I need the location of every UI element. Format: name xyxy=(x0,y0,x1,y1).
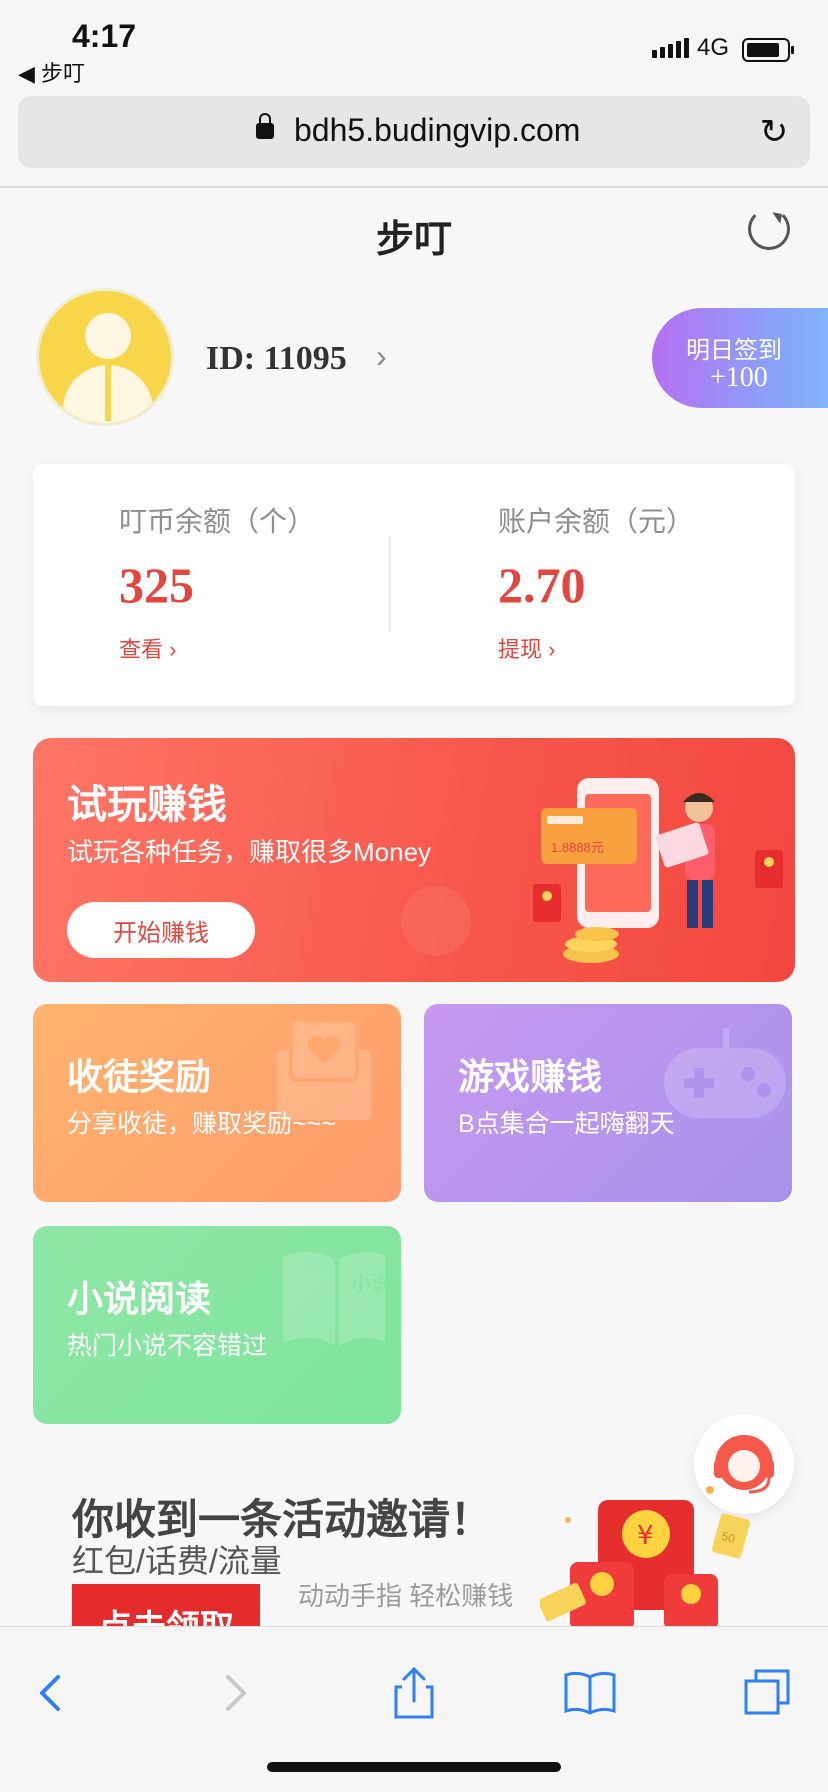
coin-balance-value: 325 xyxy=(119,557,194,613)
banner-subtitle: 试玩各种任务，赚取很多Money xyxy=(67,837,432,867)
account-balance-label: 账户余额（元） xyxy=(498,506,695,537)
trial-earn-banner[interactable]: 试玩赚钱 试玩各种任务，赚取很多Money 开始赚钱 1.8888元 xyxy=(33,738,795,982)
refresh-icon[interactable] xyxy=(748,208,790,250)
recruit-reward-card[interactable]: 收徒奖励 分享收徒，赚取奖励~~~ xyxy=(33,1004,401,1202)
chevron-right-icon: › xyxy=(548,637,556,662)
novel-card-title: 小说阅读 xyxy=(67,1278,212,1319)
user-id[interactable]: ID: 11095 xyxy=(206,340,347,378)
signin-label: 明日签到 xyxy=(686,337,782,364)
game-earn-card[interactable]: 游戏赚钱 B点集合一起嗨翻天 xyxy=(424,1004,792,1202)
page-title: 步叮 xyxy=(375,219,452,261)
balance-divider xyxy=(389,536,391,632)
invite-subtitle: 红包/话费/流量 xyxy=(72,1543,282,1579)
battery-icon xyxy=(742,38,794,62)
address-bar[interactable]: bdh5.budingvip.com ↻ xyxy=(18,96,810,168)
avatar-head xyxy=(85,313,131,359)
chevron-right-icon[interactable]: › xyxy=(376,338,387,375)
network-type: 4G xyxy=(697,34,730,61)
yuan-symbol: ¥ xyxy=(637,1521,654,1551)
account-balance-value: 2.70 xyxy=(498,557,586,613)
home-indicator[interactable] xyxy=(267,1762,561,1772)
recruit-card-subtitle: 分享收徒，赚取奖励~~~ xyxy=(67,1110,336,1138)
red-envelope-illustration: ¥ 50 xyxy=(540,1486,750,1630)
decor-bubble xyxy=(401,886,471,956)
avatar[interactable] xyxy=(36,288,174,426)
novel-card-subtitle: 热门小说不容错过 xyxy=(67,1332,268,1360)
signal-icon xyxy=(652,36,689,58)
balance-card: 叮币余额（个） 325 查看 › 账户余额（元） 2.70 提现 › xyxy=(33,464,795,706)
divider xyxy=(0,186,828,188)
phone-earning-illustration: 1.8888元 xyxy=(533,778,783,963)
url-text[interactable]: bdh5.budingvip.com xyxy=(294,112,580,149)
view-coins-link[interactable]: 查看 › xyxy=(119,632,176,664)
game-card-title: 游戏赚钱 xyxy=(458,1056,603,1097)
reload-icon[interactable]: ↻ xyxy=(756,114,792,150)
banner-card-amount: 1.8888元 xyxy=(551,840,604,855)
signin-button[interactable]: 明日签到 +100 xyxy=(652,308,828,408)
novel-reading-card[interactable]: 小说 小说阅读 热门小说不容错过 xyxy=(33,1226,401,1424)
share-icon[interactable] xyxy=(384,1663,444,1723)
bookmarks-icon[interactable] xyxy=(560,1663,620,1723)
recruit-card-title: 收徒奖励 xyxy=(67,1056,212,1097)
banner-title: 试玩赚钱 xyxy=(67,783,227,827)
book-icon: 小说 xyxy=(283,1251,389,1346)
invite-tagline: 动动手指 轻松赚钱 xyxy=(298,1581,514,1611)
gamepad-icon xyxy=(664,1028,786,1118)
back-chevron-icon[interactable] xyxy=(22,1663,82,1723)
signin-reward: +100 xyxy=(710,362,768,393)
forward-chevron-icon[interactable] xyxy=(204,1663,264,1723)
back-to-app-link[interactable]: ◀ 步叮 xyxy=(18,56,85,88)
chevron-right-icon: › xyxy=(169,637,177,662)
status-time: 4:17 xyxy=(72,18,137,54)
withdraw-label: 提现 xyxy=(498,637,543,662)
start-earning-button[interactable]: 开始赚钱 xyxy=(67,902,255,958)
view-coins-label: 查看 xyxy=(119,637,164,662)
game-card-subtitle: B点集合一起嗨翻天 xyxy=(458,1110,675,1138)
lock-icon xyxy=(256,113,274,139)
withdraw-link[interactable]: 提现 › xyxy=(498,632,555,664)
avatar-tie xyxy=(105,365,111,421)
status-bar: 4:17 ◀ 步叮 4G xyxy=(0,0,828,92)
tabs-icon[interactable] xyxy=(738,1663,798,1723)
novel-deco-text: 小说 xyxy=(351,1271,389,1295)
coin-balance-label: 叮币余额（个） xyxy=(119,506,316,537)
